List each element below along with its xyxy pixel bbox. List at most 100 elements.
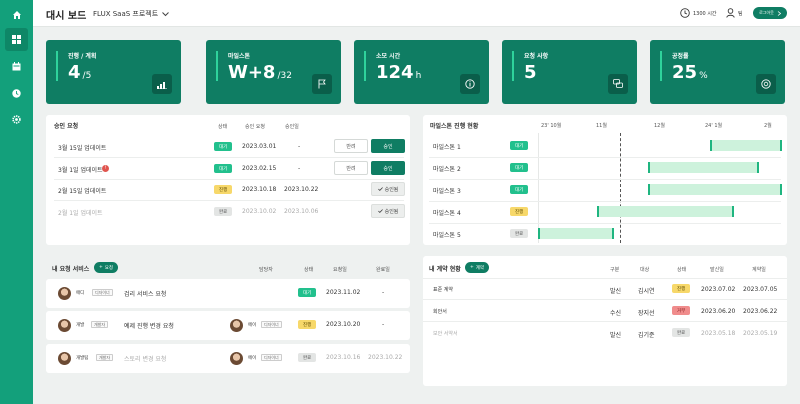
row-divider — [429, 178, 781, 180]
kpi-value: 124 h — [376, 62, 422, 83]
avatar — [58, 287, 71, 300]
user-icon — [726, 8, 735, 18]
contracts-panel: 내 계약 현황 + 계약 구분 대상 상태 발신일 계약일 표준 계약 발신 김시… — [423, 256, 787, 386]
clock-icon — [12, 89, 21, 98]
user-menu[interactable]: 팀 — [726, 8, 743, 18]
contract-type: 발신 — [610, 288, 622, 295]
done-date: - — [382, 321, 385, 328]
today-marker — [620, 133, 621, 243]
approval-name: 2월 1일 업데이트 — [58, 210, 103, 217]
month-label: 11월 — [596, 123, 607, 129]
request-title: 예제 진행 변경 요청 — [124, 323, 174, 330]
assignee-name: 에이 — [248, 356, 257, 361]
column-header: 승인일 — [285, 124, 299, 130]
add-request-button[interactable]: + 요청 — [94, 262, 119, 273]
check-icon — [377, 209, 383, 213]
assignee-avatar — [230, 352, 243, 365]
sidebar-item-clock[interactable] — [5, 82, 28, 105]
top-bar: 대시 보드 FLUX SaaS 프로젝트 1300 시간 팀 로그아웃 — [33, 0, 800, 27]
reject-button[interactable]: 반려 — [334, 139, 368, 153]
check-icon — [377, 187, 383, 191]
home-icon — [12, 10, 21, 19]
reject-button[interactable]: 반려 — [334, 161, 368, 175]
sidebar-item-home[interactable] — [5, 3, 28, 26]
kpi-accent-bar — [56, 51, 58, 81]
approved-button[interactable]: 승인됨 — [371, 204, 405, 218]
milestone-bar[interactable] — [538, 228, 614, 239]
status-badge: 진행 — [214, 185, 233, 194]
kpi-accent-bar — [512, 51, 514, 81]
request-row[interactable]: 애디 디자이너 검리 서비스 요청 대기 2023.11.02 - — [46, 279, 410, 308]
approval-name: 3월 15일 업데이트 — [58, 145, 107, 152]
milestone-bar[interactable] — [596, 206, 734, 217]
requested-date: 2023.11.02 — [326, 289, 361, 296]
kpi-completion-rate: 공정률 25% — [650, 40, 785, 104]
contract-type: 발신 — [610, 332, 622, 339]
contract-name[interactable]: 보안 서약서 — [433, 330, 458, 337]
time-display: 1300 시간 — [680, 8, 717, 18]
requester-name: 애디 — [76, 291, 85, 296]
milestone-name: 마일스톤 5 — [433, 232, 461, 239]
month-label: 24' 1월 — [705, 123, 723, 129]
status-badge: 진행 — [298, 320, 317, 329]
page-title: 대시 보드 — [46, 11, 87, 22]
kpi-value: 5 — [524, 62, 537, 83]
column-header: 발신일 — [710, 267, 724, 273]
kpi-label: 소모 시간 — [376, 53, 401, 60]
column-header: 상태 — [218, 124, 228, 130]
contract-name[interactable]: 회안서 — [433, 308, 447, 315]
project-selector[interactable]: FLUX SaaS 프로젝트 — [93, 9, 170, 19]
approved-button[interactable]: 승인됨 — [371, 182, 405, 196]
column-header: 담당자 — [259, 267, 273, 273]
logout-label: 로그아웃 — [759, 10, 774, 15]
sidebar-item-dashboard[interactable] — [5, 28, 28, 51]
milestone-bar[interactable] — [709, 140, 782, 151]
logout-button[interactable]: 로그아웃 — [753, 7, 787, 19]
kpi-icon-box — [608, 74, 628, 94]
row-divider — [423, 299, 787, 300]
column-header: 대상 — [640, 267, 650, 273]
month-label: 2월 — [764, 123, 772, 129]
row-divider — [54, 200, 404, 201]
requested-date: 2023.10.02 — [242, 208, 277, 215]
kpi-milestones: 마일스톤 W+8/32 — [206, 40, 341, 104]
row-divider — [54, 179, 404, 180]
user-label: 팀 — [738, 10, 743, 17]
requested-date: 2023.10.16 — [326, 354, 361, 361]
column-header: 상태 — [304, 267, 314, 273]
row-divider — [429, 156, 781, 158]
milestone-name: 마일스톤 4 — [433, 210, 461, 217]
done-date: 2023.10.22 — [368, 354, 403, 361]
time-label: 1300 시간 — [693, 10, 717, 17]
approve-button[interactable]: 승인 — [371, 161, 405, 175]
milestone-bar[interactable] — [648, 162, 759, 173]
role-tag: 디자이너 — [261, 354, 282, 361]
contract-name[interactable]: 표준 계약 — [433, 286, 453, 293]
calendar-icon — [12, 62, 21, 71]
status-badge: 완료 — [510, 229, 529, 238]
approved-date: - — [298, 143, 301, 150]
contract-date: 2023.05.19 — [743, 330, 778, 337]
kpi-label: 마일스톤 — [228, 53, 251, 60]
status-badge: 거부 — [672, 306, 691, 315]
role-tag: 디자이너 — [261, 321, 282, 328]
requester-name: 개발팀 — [76, 356, 89, 361]
requested-date: 2023.02.15 — [242, 165, 277, 172]
add-contract-button[interactable]: + 계약 — [465, 262, 490, 273]
approve-button[interactable]: 승인 — [371, 139, 405, 153]
kpi-accent-bar — [660, 51, 662, 81]
milestone-bar[interactable] — [648, 184, 782, 195]
role-tag: 디자이너 — [92, 289, 113, 296]
request-row[interactable]: 개발 개발자 예제 진행 변경 요청 에이 디자이너 진행 2023.10.20… — [46, 311, 410, 340]
kpi-icon-box — [312, 74, 332, 94]
requested-date: 2023.03.01 — [242, 143, 277, 150]
row-divider — [423, 321, 787, 322]
sidebar-item-calendar[interactable] — [5, 55, 28, 78]
kpi-accent-bar — [364, 51, 366, 81]
status-badge: 진행 — [510, 207, 529, 216]
sidebar-item-settings[interactable] — [5, 108, 28, 131]
request-row[interactable]: 개발팀 개발자 스토리 변경 요청 에이 디자이너 완료 2023.10.16 … — [46, 344, 410, 373]
requested-date: 2023.10.18 — [242, 186, 277, 193]
kpi-value: W+8/32 — [228, 62, 292, 83]
assignee-avatar — [230, 319, 243, 332]
